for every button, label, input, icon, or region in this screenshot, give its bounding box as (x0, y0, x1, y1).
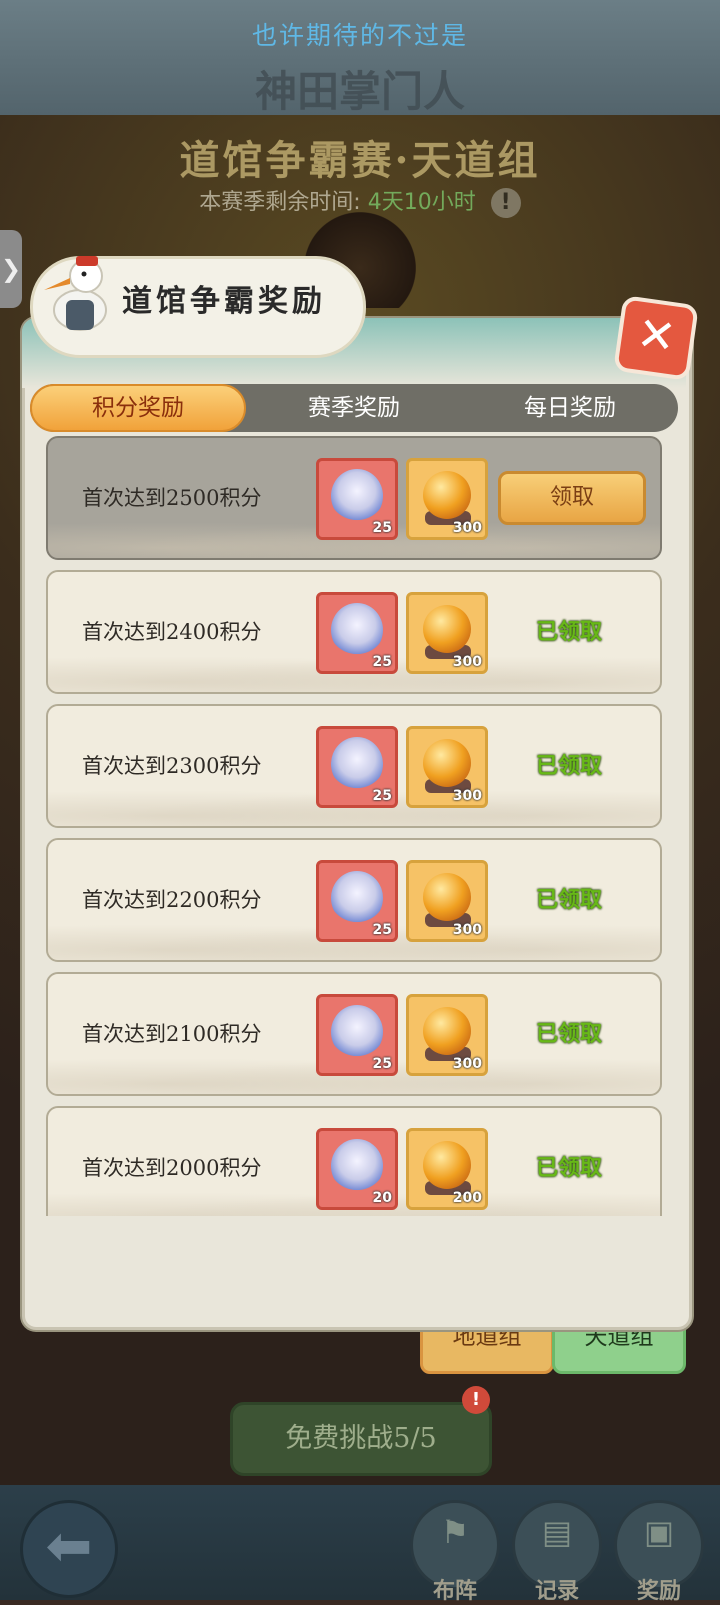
reward-row: 首次达到2500积分 25 300 领取 (46, 436, 662, 560)
hero-portrait-icon (331, 737, 383, 791)
orb-item[interactable]: 300 (406, 994, 488, 1076)
item-quantity: 25 (372, 520, 392, 536)
hero-shard-item[interactable]: 25 (316, 458, 398, 540)
event-title: 道馆争霸赛·天道组 (179, 137, 541, 184)
claimed-status: 已领取 (535, 619, 602, 645)
hero-portrait-icon (331, 871, 383, 925)
hero-shard-item[interactable]: 25 (316, 860, 398, 942)
modal-title: 道馆争霸奖励 (122, 284, 326, 319)
free-challenge-button[interactable]: 免费挑战5/5 (230, 1402, 492, 1476)
reward-condition: 首次达到2000积分 (82, 1156, 262, 1180)
item-quantity: 25 (372, 654, 392, 670)
hero-shard-item[interactable]: 20 (316, 1128, 398, 1210)
hero-portrait-icon (331, 603, 383, 657)
info-icon[interactable]: ! (490, 188, 521, 218)
orb-item[interactable]: 300 (406, 592, 488, 674)
crane-mascot-icon (44, 256, 107, 331)
reward-condition: 首次达到2400积分 (82, 620, 262, 644)
item-quantity: 300 (452, 1056, 482, 1072)
golden-orb-icon (423, 739, 471, 787)
golden-orb-icon (423, 605, 471, 653)
hero-portrait-icon (331, 1005, 383, 1059)
tab-points-rewards[interactable]: 积分奖励 (30, 384, 246, 432)
reward-condition: 首次达到2300积分 (82, 754, 262, 778)
claim-button[interactable]: 领取 (498, 471, 646, 525)
back-arrow-icon[interactable]: ⬅ (20, 1500, 118, 1598)
orb-item[interactable]: 300 (406, 860, 488, 942)
tab-season-rewards[interactable]: 赛季奖励 (246, 384, 462, 432)
orb-item[interactable]: 300 (406, 726, 488, 808)
item-quantity: 300 (452, 788, 482, 804)
hero-shard-item[interactable]: 25 (316, 994, 398, 1076)
reward-row: 首次达到2400积分 25 300 已领取 (46, 570, 662, 694)
claimed-status: 已领取 (535, 887, 602, 913)
alert-badge-icon: ! (462, 1386, 490, 1414)
claimed-status: 已领取 (535, 1155, 602, 1181)
formation-label: 布阵 (432, 1578, 477, 1604)
golden-orb-icon (423, 873, 471, 921)
reward-list[interactable]: 首次达到2500积分 25 300 领取 首次达到2400积分 25 300 已… (46, 436, 662, 1216)
rewards-label: 奖励 (636, 1578, 681, 1604)
reward-row: 首次达到2100积分 25 300 已领取 (46, 972, 662, 1096)
item-quantity: 25 (372, 922, 392, 938)
golden-orb-icon (423, 471, 471, 519)
reward-condition: 首次达到2200积分 (82, 888, 262, 912)
reward-condition: 首次达到2500积分 (82, 486, 262, 510)
hero-shard-item[interactable]: 25 (316, 726, 398, 808)
tab-daily-rewards[interactable]: 每日奖励 (462, 384, 678, 432)
banner-slogan: 也许期待的不过是 (251, 21, 468, 50)
item-quantity: 300 (452, 520, 482, 536)
banner-icon: ⚑ (440, 1513, 470, 1551)
claimed-status: 已领取 (535, 753, 602, 779)
hero-shard-item[interactable]: 25 (316, 592, 398, 674)
item-quantity: 300 (452, 654, 482, 670)
reward-row: 首次达到2300积分 25 300 已领取 (46, 704, 662, 828)
calendar-icon: ▤ (541, 1513, 573, 1551)
chest-icon: ▣ (643, 1513, 675, 1551)
records-label: 记录 (534, 1578, 579, 1604)
reward-row: 首次达到2200积分 25 300 已领取 (46, 838, 662, 962)
hero-portrait-icon (331, 1139, 383, 1193)
orb-item[interactable]: 200 (406, 1128, 488, 1210)
orb-item[interactable]: 300 (406, 458, 488, 540)
side-drawer-handle[interactable]: ❯ (0, 230, 22, 308)
item-quantity: 200 (452, 1190, 482, 1206)
records-button[interactable]: ▤ 记录 (512, 1500, 602, 1604)
reward-condition: 首次达到2100积分 (82, 1022, 262, 1046)
close-icon[interactable]: ✕ (613, 295, 699, 381)
golden-orb-icon (423, 1141, 471, 1189)
formation-button[interactable]: ⚑ 布阵 (410, 1500, 500, 1604)
claimed-status: 已领取 (535, 1021, 602, 1047)
item-quantity: 25 (372, 1056, 392, 1072)
item-quantity: 25 (372, 788, 392, 804)
reward-row: 首次达到2000积分 20 200 已领取 (46, 1106, 662, 1216)
golden-orb-icon (423, 1007, 471, 1055)
item-quantity: 300 (452, 922, 482, 938)
hero-portrait-icon (331, 469, 383, 523)
rewards-button[interactable]: ▣ 奖励 (614, 1500, 704, 1604)
game-logo: 神田掌门人 (254, 67, 465, 116)
item-quantity: 20 (372, 1190, 392, 1206)
reward-tabs: 积分奖励 赛季奖励 每日奖励 (30, 384, 678, 432)
